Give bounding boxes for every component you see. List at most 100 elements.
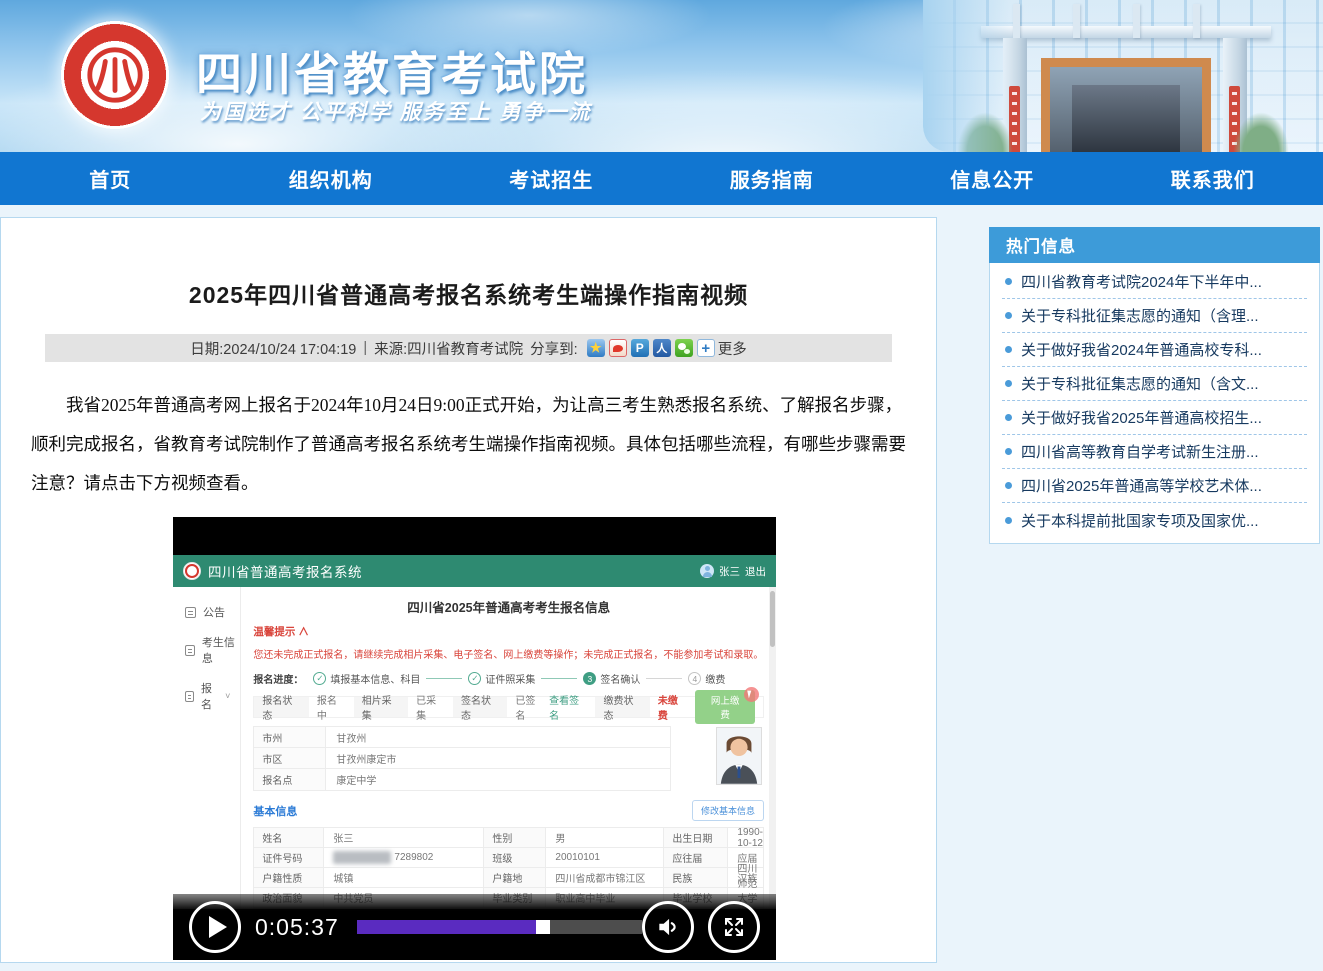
system-user-area: 张三 退出 <box>700 564 766 579</box>
system-title: 四川省普通高考报名系统 <box>208 561 362 581</box>
status-value: 已签名 <box>515 692 544 722</box>
nav-item-organization[interactable]: 组织机构 <box>221 152 442 205</box>
play-icon <box>209 916 227 938</box>
table-row: 市州 甘孜州 <box>254 727 670 748</box>
qzone-icon[interactable]: ★ <box>587 339 605 357</box>
list-item[interactable]: 关于做好我省2025年普通高校招生... <box>1002 401 1307 435</box>
hot-info-header: 热门信息 <box>989 227 1320 263</box>
step-connector <box>541 678 577 679</box>
person-portrait-icon <box>717 728 761 784</box>
bullet-icon <box>1005 448 1012 455</box>
hot-item-text: 关于做好我省2025年普通高校招生... <box>1021 407 1262 428</box>
field-label: 出生日期 <box>664 828 728 847</box>
status-label: 缴费状态 <box>595 697 649 717</box>
basic-info-link[interactable]: 基本信息 <box>253 803 297 819</box>
wechat-icon[interactable] <box>675 339 693 357</box>
share-icons-group: ★ P 人 + <box>587 339 715 357</box>
sidebar-item-registration[interactable]: 报名 ˅ <box>173 673 240 719</box>
nav-item-home[interactable]: 首页 <box>0 152 221 205</box>
step-signature-confirm: 3 签名确认 <box>583 671 640 686</box>
status-value: 已采集 <box>408 692 453 722</box>
nav-item-public-info[interactable]: 信息公开 <box>882 152 1103 205</box>
article-title: 2025年四川省普通高考报名系统考生端操作指南视频 <box>1 218 936 310</box>
registration-icon <box>185 691 194 702</box>
progress-scrubber[interactable] <box>536 920 550 934</box>
tencent-weibo-icon[interactable]: P <box>631 339 649 357</box>
article-meta-bar: 日期:2024/10/24 17:04:19 | 来源:四川省教育考试院 分享到… <box>45 334 892 362</box>
step-number-icon: 3 <box>583 672 596 685</box>
registration-page-title: 四川省2025年普通高考考生报名信息 <box>253 597 764 616</box>
hot-item-text: 四川省教育考试院2024年下半年中... <box>1021 271 1262 292</box>
hot-item-text: 关于专科批征集志愿的通知（含文... <box>1021 373 1259 394</box>
system-seal-icon <box>183 562 201 580</box>
nav-item-contact[interactable]: 联系我们 <box>1103 152 1323 205</box>
field-label: 证件号码 <box>254 848 324 867</box>
table-row: 市区 甘孜州康定市 <box>254 748 670 769</box>
status-label: 相片采集 <box>354 697 408 717</box>
hot-info-panel: 热门信息 四川省教育考试院2024年下半年中... 关于专科批征集志愿的通知（含… <box>989 227 1320 544</box>
nav-item-exam-enrollment[interactable]: 考试招生 <box>441 152 662 205</box>
user-name: 张三 <box>719 564 740 579</box>
warning-text: 您还未完成正式报名，请继续完成相片采集、电子签名、网上缴费等操作；未完成正式报名… <box>253 646 764 661</box>
site-banner: 四川省教育考试院 为国选才 公平科学 服务至上 勇争一流 <box>0 0 1323 152</box>
sina-weibo-icon[interactable] <box>609 339 627 357</box>
hot-item-text: 四川省高等教育自学考试新生注册... <box>1021 441 1259 462</box>
scrollbar[interactable] <box>769 587 776 909</box>
announcement-icon <box>185 607 196 618</box>
status-bar: 报名状态 报名中 相片采集 已采集 签名状态 已签名 查看签名 缴费状态 <box>253 696 764 718</box>
step-basic-info: ✓ 填报基本信息、科目 <box>313 671 420 686</box>
list-item[interactable]: 四川省高等教育自学考试新生注册... <box>1002 435 1307 469</box>
list-item[interactable]: 四川省2025年普通高等学校艺术体... <box>1002 469 1307 503</box>
status-label: 报名状态 <box>254 697 308 717</box>
more-plus-icon[interactable]: + <box>697 339 715 357</box>
online-pay-label: 网上缴费 <box>711 696 740 721</box>
list-item[interactable]: 关于专科批征集志愿的通知（含文... <box>1002 367 1307 401</box>
field-label: 应往届 <box>664 848 728 867</box>
fullscreen-button[interactable] <box>708 901 760 953</box>
view-signature-link[interactable]: 查看签名 <box>549 692 587 722</box>
play-button[interactable] <box>189 901 241 953</box>
list-item[interactable]: 关于本科提前批国家专项及国家优... <box>1002 503 1307 537</box>
progress-label: 报名进度： <box>253 671 303 686</box>
scrollbar-thumb[interactable] <box>770 591 775 647</box>
field-value: 男 <box>546 828 664 847</box>
list-item[interactable]: 关于做好我省2024年普通高校专科... <box>1002 333 1307 367</box>
online-pay-button[interactable]: 网上缴费 <box>695 690 755 724</box>
renren-icon[interactable]: 人 <box>653 339 671 357</box>
edit-basic-info-button[interactable]: 修改基本信息 <box>692 800 764 821</box>
list-item[interactable]: 关于专科批征集志愿的通知（含理... <box>1002 299 1307 333</box>
warm-tip-toggle[interactable]: 温馨提示 ∧ <box>253 624 764 639</box>
field-label: 姓名 <box>254 828 324 847</box>
list-item[interactable]: 四川省教育考试院2024年下半年中... <box>1002 265 1307 299</box>
volume-button[interactable] <box>642 901 694 953</box>
video-frame-screenshot: 四川省普通高考报名系统 张三 退出 公告 <box>173 555 776 909</box>
bullet-icon <box>1005 482 1012 489</box>
sidebar-item-candidate-info[interactable]: 考生信息 <box>173 627 240 673</box>
table-row: 证件号码 7289802 班级 20010101 应往届 应届 <box>254 848 763 868</box>
field-value: 甘孜州康定市 <box>326 748 670 768</box>
logout-link[interactable]: 退出 <box>745 564 766 579</box>
bullet-icon <box>1005 346 1012 353</box>
field-label: 市区 <box>254 748 326 768</box>
main-nav: 首页 组织机构 考试招生 服务指南 信息公开 联系我们 <box>0 152 1323 205</box>
candidate-info-icon <box>185 645 195 656</box>
table-row: 姓名 张三 性别 男 出生日期 1990-10-12 <box>254 828 763 848</box>
content-area: 2025年四川省普通高考报名系统考生端操作指南视频 日期:2024/10/24 … <box>0 205 1323 963</box>
site-slogan: 为国选才 公平科学 服务至上 勇争一流 <box>200 96 592 126</box>
candidate-photo <box>716 727 762 785</box>
share-label: 分享到: <box>530 338 578 359</box>
field-value: 甘孜州 <box>326 727 670 747</box>
nav-item-service-guide[interactable]: 服务指南 <box>662 152 883 205</box>
building-photo <box>923 0 1323 152</box>
chevron-down-icon: ˅ <box>225 691 230 701</box>
share-more-link[interactable]: 更多 <box>718 338 747 359</box>
field-value: 城镇 <box>324 868 484 887</box>
system-header: 四川省普通高考报名系统 张三 退出 <box>173 555 776 587</box>
video-player[interactable]: 四川省普通高考报名系统 张三 退出 公告 <box>173 517 776 960</box>
progress-bar[interactable] <box>357 920 642 934</box>
step-label: 签名确认 <box>600 671 640 686</box>
hot-info-title: 热门信息 <box>1006 233 1076 257</box>
sidebar-item-announcements[interactable]: 公告 <box>173 597 240 627</box>
table-row: 报名点 康定中学 <box>254 769 670 790</box>
hot-item-text: 四川省2025年普通高等学校艺术体... <box>1021 475 1262 496</box>
